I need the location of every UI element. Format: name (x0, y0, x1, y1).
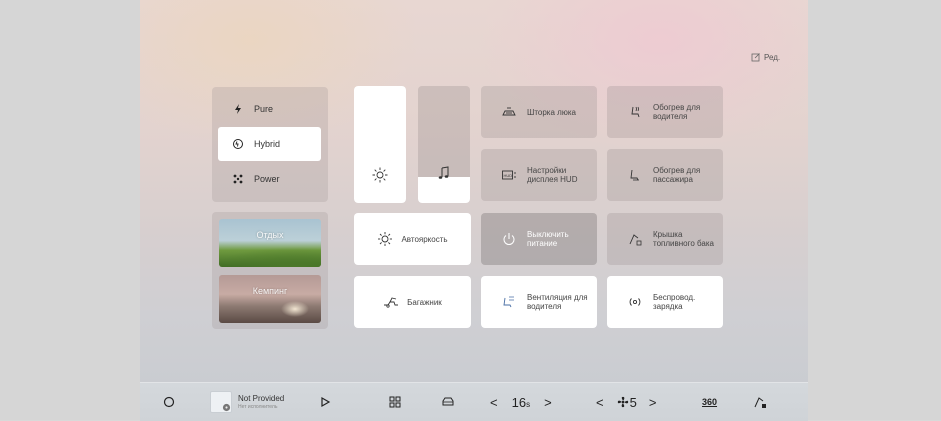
edit-icon (751, 53, 760, 62)
temperature-control: < 16s > (490, 383, 552, 421)
tile-label: Беспровод. зарядка (653, 293, 696, 311)
temp-value: 16s (511, 394, 531, 410)
passenger-seat-heat-button[interactable]: Обогрев для пассажира (607, 149, 723, 201)
scene-label: Отдых (256, 230, 284, 240)
control-center: Ред. Pure Hybrid Power Отдых Кемпинг Авт… (140, 0, 808, 420)
album-art (210, 391, 232, 413)
driver-seat-vent-button[interactable]: Вентиляция для водителя (481, 276, 597, 328)
music-disc-icon (222, 403, 231, 412)
seat-heat-icon (631, 106, 640, 118)
home-button[interactable] (162, 383, 176, 421)
car-button[interactable] (441, 383, 455, 421)
temp-up-button[interactable]: > (544, 395, 552, 410)
volume-slider[interactable] (418, 86, 470, 203)
trunk-icon (384, 297, 399, 308)
power-off-button[interactable]: Выключить питание (481, 213, 597, 265)
media-subtitle: Нет исполнитель (238, 404, 278, 410)
mode-label: Hybrid (254, 139, 281, 149)
mode-power[interactable]: Power (218, 162, 321, 196)
scene-rest[interactable]: Отдых (219, 219, 321, 267)
music-note-icon (438, 166, 449, 179)
tile-label: Выключить питание (527, 230, 569, 248)
tile-label: Настройки дисплея HUD (527, 166, 578, 184)
power-mode-icon (233, 174, 243, 184)
wireless-charging-button[interactable]: Беспровод. зарядка (607, 276, 723, 328)
fan-down-button[interactable]: < (596, 395, 604, 410)
bottom-bar: Not Provided Нет исполнитель < 16s > < 5… (140, 382, 808, 421)
power-icon (503, 233, 515, 245)
hud-icon: HUD (502, 170, 516, 180)
hud-settings-button[interactable]: HUD Настройки дисплея HUD (481, 149, 597, 201)
drive-mode-panel: Pure Hybrid Power (212, 87, 328, 202)
brightness-slider[interactable] (354, 86, 406, 203)
apps-button[interactable] (388, 383, 402, 421)
fuel-door-shortcut[interactable] (753, 383, 767, 421)
temp-down-button[interactable]: < (490, 395, 498, 410)
lightning-icon (235, 104, 241, 114)
car-icon (442, 397, 454, 406)
scene-camping[interactable]: Кемпинг (219, 275, 321, 323)
brightness-icon (372, 167, 388, 183)
mode-label: Pure (254, 104, 274, 114)
fuel-door-icon (629, 234, 642, 246)
mode-label: Power (254, 174, 280, 184)
hybrid-cycle-icon (233, 139, 243, 149)
play-button[interactable] (318, 383, 332, 421)
view-360-button[interactable]: 360 (702, 383, 717, 421)
sunroof-shade-icon (502, 107, 516, 116)
fuel-door-button[interactable]: Крышка топливного бака (607, 213, 723, 265)
fan-up-button[interactable]: > (649, 395, 657, 410)
tile-label: Вентиляция для водителя (527, 293, 588, 311)
apps-grid-icon (389, 396, 401, 408)
trunk-button[interactable]: Багажник (354, 276, 471, 328)
tile-label: Крышка топливного бака (653, 230, 714, 248)
left-margin (0, 0, 140, 420)
scene-panel: Отдых Кемпинг (212, 212, 328, 329)
edit-label: Ред. (764, 52, 781, 62)
sunroof-shade-button[interactable]: Шторка люка (481, 86, 597, 138)
tile-label: Обогрев для водителя (653, 103, 701, 121)
tile-label: Шторка люка (527, 107, 576, 117)
circle-icon (163, 396, 175, 408)
tile-label: Автояркость (401, 234, 448, 244)
scene-label: Кемпинг (252, 286, 288, 296)
brightness-auto-icon (378, 232, 393, 246)
tile-label: Багажник (407, 297, 442, 307)
wireless-charge-icon (629, 298, 641, 306)
fan-control: < 5 > (596, 383, 656, 421)
fan-icon (617, 396, 628, 407)
auto-brightness-button[interactable]: Автояркость (354, 213, 471, 265)
svg-text:HUD: HUD (504, 173, 513, 178)
driver-seat-heat-button[interactable]: Обогрев для водителя (607, 86, 723, 138)
play-icon (321, 396, 331, 408)
view-360-label: 360 (702, 397, 718, 407)
brightness-level (354, 86, 406, 203)
seat-heat-icon (630, 169, 639, 181)
right-margin (808, 0, 941, 420)
media-player[interactable]: Not Provided Нет исполнитель (210, 383, 284, 421)
mode-hybrid[interactable]: Hybrid (218, 127, 321, 161)
edit-button[interactable]: Ред. (751, 52, 780, 62)
tile-label: Обогрев для пассажира (653, 166, 701, 184)
fan-value: 5 (616, 395, 637, 410)
media-title: Not Provided (238, 394, 285, 403)
mode-pure[interactable]: Pure (218, 92, 321, 126)
seat-vent-icon (503, 296, 514, 308)
fuel-door-icon (754, 397, 766, 408)
